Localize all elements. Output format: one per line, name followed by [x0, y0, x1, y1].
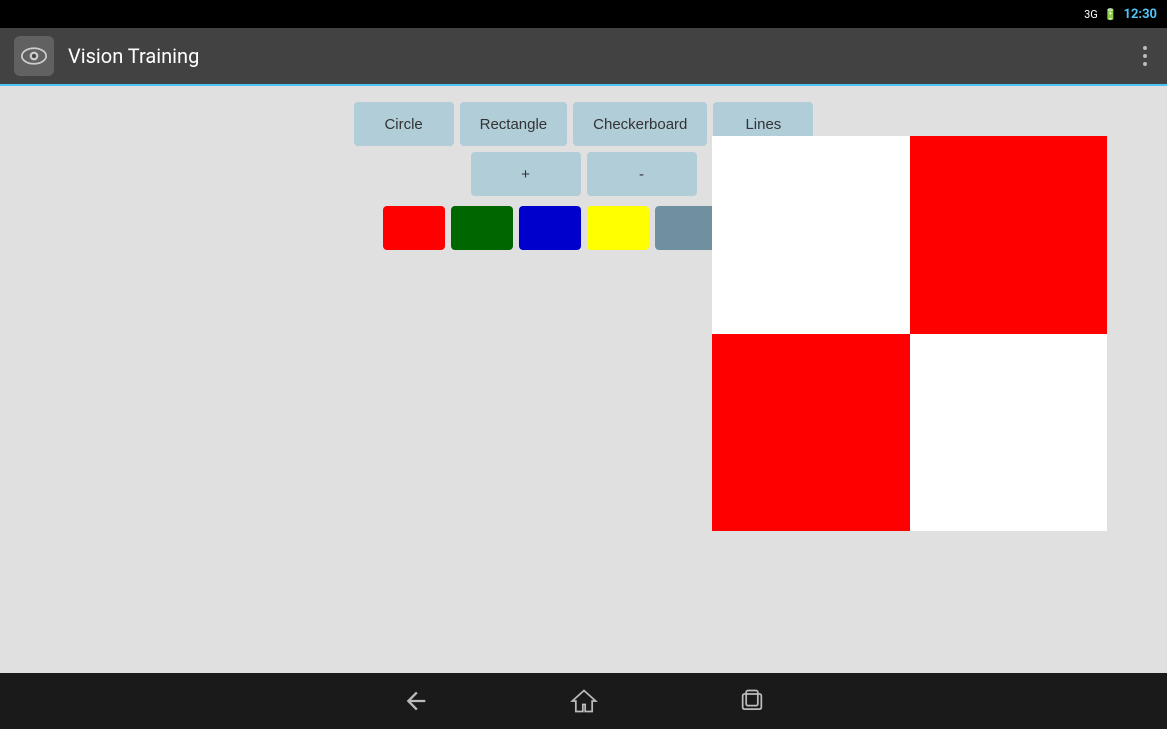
increase-button[interactable]: + [471, 152, 581, 196]
navigation-bar [0, 673, 1167, 729]
checkerboard-canvas [712, 136, 1107, 531]
decrease-button[interactable]: - [587, 152, 697, 196]
battery-indicator: 🔋 [1104, 8, 1118, 21]
signal-indicator: 3G [1084, 8, 1098, 21]
app-bar: Vision Training [0, 28, 1167, 86]
rectangle-button[interactable]: Rectangle [460, 102, 568, 146]
checker-cell-bottomright [910, 334, 1108, 532]
recents-button[interactable] [728, 677, 776, 725]
checker-cell-topright [910, 136, 1108, 334]
clock: 12:30 [1124, 7, 1158, 22]
checker-cell-topleft [712, 136, 910, 334]
overflow-dot [1143, 62, 1147, 66]
checkerboard-button[interactable]: Checkerboard [573, 102, 707, 146]
color-green[interactable] [451, 206, 513, 250]
main-content: Circle Rectangle Checkerboard Lines + - [0, 86, 1167, 673]
back-button[interactable] [392, 677, 440, 725]
overflow-menu-button[interactable] [1137, 40, 1153, 72]
size-toolbar: + - [471, 152, 697, 196]
app-icon [14, 36, 54, 76]
app-title: Vision Training [68, 44, 1137, 68]
color-red[interactable] [383, 206, 445, 250]
color-blue[interactable] [519, 206, 581, 250]
color-gray[interactable] [655, 206, 717, 250]
checker-cell-bottomleft [712, 334, 910, 532]
circle-button[interactable]: Circle [354, 102, 454, 146]
color-yellow[interactable] [587, 206, 649, 250]
overflow-dot [1143, 46, 1147, 50]
home-button[interactable] [560, 677, 608, 725]
overflow-dot [1143, 54, 1147, 58]
status-bar: 3G 🔋 12:30 [0, 0, 1167, 28]
